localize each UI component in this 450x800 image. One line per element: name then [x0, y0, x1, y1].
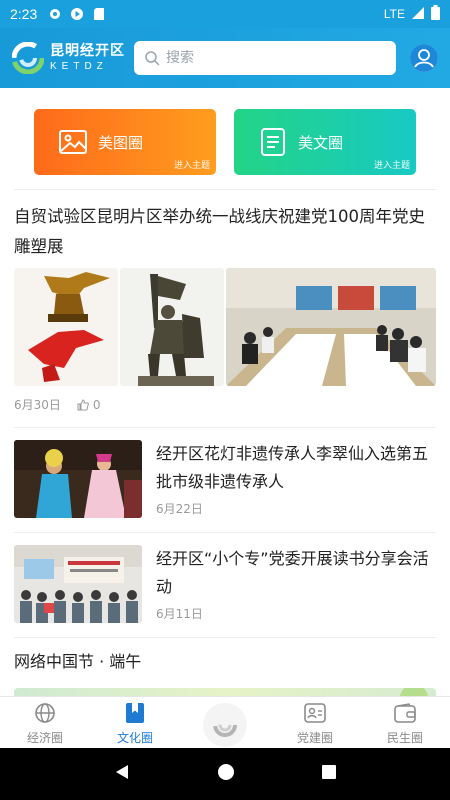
document-icon [261, 128, 285, 156]
id-card-icon [303, 701, 327, 725]
gear-icon [47, 6, 63, 22]
sd-card-icon [91, 6, 107, 22]
search-box[interactable] [134, 41, 396, 75]
like-button[interactable]: 0 [77, 398, 101, 412]
festival-banner-image [400, 688, 428, 696]
image-icon [59, 130, 87, 154]
search-input[interactable] [166, 50, 386, 66]
back-icon[interactable] [113, 763, 131, 785]
app-logo[interactable]: 昆明经开区 KETDZ [12, 42, 130, 74]
user-icon [410, 44, 438, 72]
sculpture-image-2 [120, 268, 224, 386]
search-icon [145, 51, 160, 66]
nav-culture[interactable]: 文化圈 [90, 697, 180, 746]
circle-entries: 美图圈 进入主题 美文圈 进入主题 [0, 88, 450, 175]
featured-article-date: 6月30日 [14, 398, 61, 412]
nav-party-building-label: 党建圈 [296, 731, 333, 745]
user-avatar-button[interactable] [410, 44, 438, 72]
play-icon [69, 6, 85, 22]
article-title: 经开区花灯非遗传承人李翠仙入选第五批市级非遗传承人 [156, 444, 429, 491]
article-title: 经开区“小个专”党委开展读书分享会活动 [156, 549, 429, 596]
recents-icon[interactable] [321, 764, 337, 784]
article-date: 6月11日 [156, 607, 203, 621]
ketdz-logo-icon [12, 42, 44, 74]
featured-article-title: 自贸试验区昆明片区举办统一战线庆祝建党100周年党史雕塑展 [14, 207, 425, 256]
bottom-nav: 经济圈 文化圈 党建圈 民生圈 [0, 696, 450, 748]
logo-subtitle: KETDZ [50, 61, 108, 72]
status-bar: 2:23 LTE [0, 0, 450, 28]
article-circle-button[interactable]: 美文圈 进入主题 [234, 109, 416, 175]
exhibition-meeting-image [226, 268, 436, 386]
bookmark-icon [123, 701, 147, 725]
photo-circle-button[interactable]: 美图圈 进入主题 [34, 109, 216, 175]
article-date: 6月22日 [156, 502, 203, 516]
article-thumbnail [14, 440, 142, 518]
nav-home-center[interactable] [180, 697, 270, 747]
logo-title: 昆明经开区 [50, 43, 125, 59]
article-circle-label: 美文圈 [298, 133, 344, 152]
logo-center-icon [203, 703, 247, 747]
system-nav-bar [0, 748, 450, 800]
battery-icon [431, 5, 440, 23]
home-icon[interactable] [217, 763, 235, 785]
sculpture-image-1 [14, 268, 118, 386]
featured-article-meta: 6月30日 0 [14, 396, 436, 413]
feed[interactable]: 美图圈 进入主题 美文圈 进入主题 自贸试验区昆明片区举办统一战线庆祝建党100… [0, 88, 450, 696]
photo-circle-sub: 进入主题 [173, 161, 210, 171]
topic-section[interactable]: 网络中国节 · 端午 [0, 638, 450, 696]
like-count: 0 [92, 397, 101, 412]
app-header: 昆明经开区 KETDZ [0, 28, 450, 88]
nav-livelihood[interactable]: 民生圈 [360, 697, 450, 746]
nav-culture-label: 文化圈 [116, 731, 153, 745]
status-time: 2:23 [10, 6, 38, 22]
article-item[interactable]: 经开区花灯非遗传承人李翠仙入选第五批市级非遗传承人 6月22日 [0, 428, 450, 518]
article-thumbnail [14, 545, 142, 623]
topic-title: 网络中国节 · 端午 [14, 652, 142, 671]
nav-party-building[interactable]: 党建圈 [270, 697, 360, 746]
wallet-icon [393, 701, 417, 725]
signal-icon [411, 6, 425, 23]
article-circle-sub: 进入主题 [373, 161, 410, 171]
globe-icon [33, 701, 57, 725]
thumbs-up-icon [77, 398, 89, 410]
article-item[interactable]: 经开区“小个专”党委开展读书分享会活动 6月11日 [0, 533, 450, 623]
topic-banner[interactable] [14, 688, 436, 696]
featured-image-row [14, 268, 436, 386]
nav-livelihood-label: 民生圈 [386, 731, 423, 745]
photo-circle-label: 美图圈 [98, 133, 144, 152]
network-type: LTE [383, 7, 405, 21]
nav-economy-label: 经济圈 [26, 731, 63, 745]
featured-article[interactable]: 自贸试验区昆明片区举办统一战线庆祝建党100周年党史雕塑展 6月30日 0 [0, 190, 450, 413]
nav-economy[interactable]: 经济圈 [0, 697, 90, 746]
